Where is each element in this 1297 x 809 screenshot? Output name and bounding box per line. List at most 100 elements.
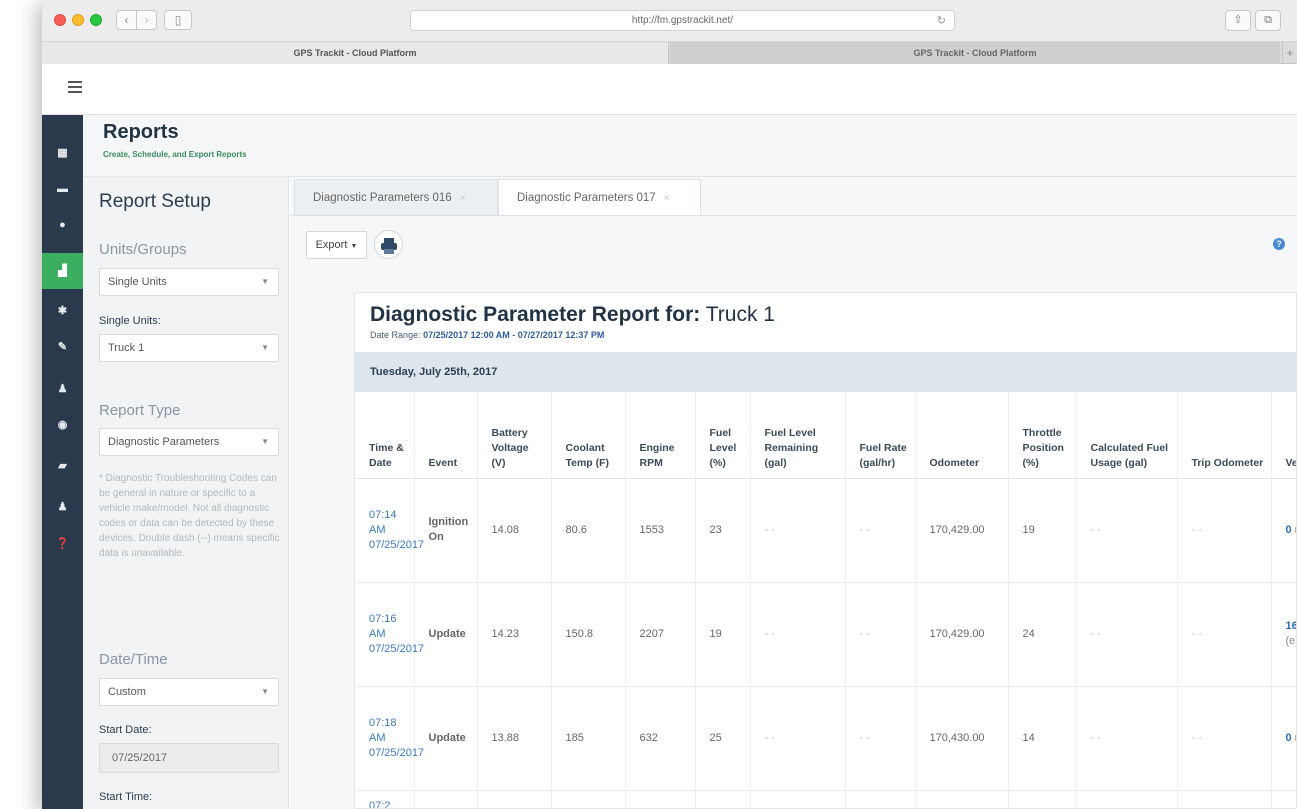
- location-pin-icon[interactable]: ●: [42, 207, 83, 243]
- sidebar-icon: ▯: [174, 13, 182, 27]
- tag-icon[interactable]: ▰: [42, 448, 83, 484]
- table-row: 07:16 AM 07/25/2017 Update 14.23 150.8 2…: [355, 582, 1296, 687]
- diagnostic-table: Time & Date Event Battery Voltage (V) Co…: [355, 392, 1296, 808]
- throttle-cell: 19: [1008, 478, 1077, 583]
- units-groups-select[interactable]: Single Units ▼: [99, 268, 279, 296]
- fuel-level-cell: 23: [695, 478, 751, 583]
- window-minimize-button[interactable]: [72, 14, 84, 26]
- chevron-right-icon: ›: [144, 13, 149, 27]
- time-date-link[interactable]: 07:18 AM 07/25/2017: [355, 686, 424, 791]
- reports-chart-icon[interactable]: ▟: [42, 253, 83, 289]
- car-icon[interactable]: ▬: [42, 171, 83, 207]
- user-circle-icon[interactable]: ◉: [42, 407, 83, 443]
- caret-down-icon: ▼: [261, 277, 269, 286]
- date-range-value: 07/25/2017 12:00 AM - 07/27/2017 12:37 P…: [423, 330, 605, 340]
- help-circle-icon[interactable]: ❓: [42, 526, 83, 562]
- forward-button[interactable]: ›: [136, 10, 157, 30]
- event-link[interactable]: Update: [414, 686, 478, 791]
- date-time-heading: Date/Time: [99, 651, 168, 668]
- vehicle-speed-cell: 16 mph(e): [1271, 582, 1296, 687]
- coolant-temp-cell: 80.6: [551, 478, 626, 583]
- driver-icon[interactable]: ♟: [42, 371, 83, 407]
- tab-diagnostic-parameters-016[interactable]: Diagnostic Parameters 016 ×: [294, 179, 498, 215]
- col-throttle-position[interactable]: Throttle Position (%): [1008, 392, 1077, 479]
- gear-icon[interactable]: ✱: [42, 293, 83, 329]
- vehicle-speed-cell: 0 mph: [1271, 686, 1296, 791]
- report-type-select[interactable]: Diagnostic Parameters ▼: [99, 428, 279, 456]
- export-button[interactable]: Export ▼: [306, 231, 367, 259]
- report-date-range: Date Range: 07/25/2017 12:00 AM - 07/27/…: [370, 330, 604, 340]
- new-tab-button[interactable]: +: [1282, 42, 1297, 64]
- single-units-label: Single Units:: [99, 315, 161, 327]
- share-button[interactable]: ⇧: [1225, 10, 1251, 31]
- browser-tabbar: GPS Trackit - Cloud Platform GPS Trackit…: [42, 42, 1297, 64]
- time-date-link[interactable]: 07:16 AM 07/25/2017: [355, 582, 424, 687]
- col-engine-rpm[interactable]: Engine RPM: [625, 392, 696, 479]
- col-fuel-level[interactable]: Fuel Level (%): [695, 392, 751, 479]
- page-subtitle: Create, Schedule, and Export Reports: [103, 150, 247, 159]
- fuel-rate-cell: - -: [845, 478, 916, 583]
- report-card: Diagnostic Parameter Report for: Truck 1…: [354, 292, 1297, 809]
- col-event[interactable]: Event: [414, 392, 478, 479]
- hamburger-menu-icon[interactable]: [68, 81, 82, 93]
- engine-rpm-cell: 632: [625, 686, 696, 791]
- odometer-cell: 170,430.00: [915, 686, 1009, 791]
- col-odometer[interactable]: Odometer: [915, 392, 1009, 479]
- fuel-usage-cell: - -: [1076, 478, 1178, 583]
- share-icon: ⇧: [1233, 14, 1243, 26]
- print-button[interactable]: [374, 230, 403, 259]
- sidebar-toggle-button[interactable]: ▯: [164, 10, 192, 30]
- caret-down-icon: ▼: [261, 437, 269, 446]
- window-maximize-button[interactable]: [90, 14, 102, 26]
- close-icon[interactable]: ×: [460, 193, 466, 204]
- table-header-row: Time & Date Event Battery Voltage (V) Co…: [355, 392, 1296, 479]
- col-fuel-rate[interactable]: Fuel Rate (gal/hr): [845, 392, 916, 479]
- col-trip-odometer[interactable]: Trip Odometer: [1177, 392, 1272, 479]
- tab-divider: [290, 215, 1297, 216]
- throttle-cell: 14: [1008, 686, 1077, 791]
- report-content: Diagnostic Parameters 016 × Diagnostic Pa…: [290, 177, 1297, 809]
- fuel-usage-cell: - -: [1076, 686, 1178, 791]
- col-calculated-fuel-usage[interactable]: Calculated Fuel Usage (gal): [1076, 392, 1178, 479]
- wrench-icon[interactable]: ✎: [42, 329, 83, 365]
- col-coolant-temp[interactable]: Coolant Temp (F): [551, 392, 626, 479]
- browser-titlebar: ‹ › ▯ http://fm.gpstrackit.net/ ↻ ⇧ ⧉: [42, 0, 1297, 42]
- left-nav: ▦ ▬ ● ▟ ✱ ✎ ♟ ◉ ▰ ♟ ❓: [42, 115, 83, 809]
- caret-down-icon: ▼: [261, 687, 269, 696]
- date-time-select[interactable]: Custom ▼: [99, 678, 279, 706]
- start-date-input[interactable]: 07/25/2017: [99, 743, 279, 773]
- reload-icon[interactable]: ↻: [937, 12, 946, 31]
- dashboard-icon[interactable]: ▦: [42, 135, 83, 171]
- day-group-header: Tuesday, July 25th, 2017: [355, 352, 1296, 392]
- battery-voltage-cell: 14.23: [477, 582, 552, 687]
- fuel-usage-cell: - -: [1076, 582, 1178, 687]
- browser-tab-1[interactable]: GPS Trackit - Cloud Platform: [42, 42, 669, 64]
- event-link[interactable]: Ignition On: [414, 478, 478, 583]
- address-bar[interactable]: http://fm.gpstrackit.net/ ↻: [410, 10, 955, 31]
- export-label: Export: [315, 239, 348, 251]
- help-icon[interactable]: ?: [1273, 238, 1285, 250]
- show-tabs-button[interactable]: ⧉: [1255, 10, 1281, 31]
- window-close-button[interactable]: [54, 14, 66, 26]
- col-vehicle-speed[interactable]: Vehicle Speed: [1271, 392, 1296, 479]
- person-icon[interactable]: ♟: [42, 489, 83, 525]
- report-unit-name: Truck 1: [705, 303, 775, 326]
- fuel-level-cell: 19: [695, 582, 751, 687]
- close-icon[interactable]: ×: [664, 193, 670, 204]
- browser-tab-2[interactable]: GPS Trackit - Cloud Platform: [670, 42, 1280, 64]
- fuel-rate-cell: - -: [845, 686, 916, 791]
- engine-rpm-cell: 2207: [625, 582, 696, 687]
- back-button[interactable]: ‹: [116, 10, 137, 30]
- single-units-select[interactable]: Truck 1 ▼: [99, 334, 279, 362]
- event-link[interactable]: Update: [414, 582, 478, 687]
- col-fuel-level-remaining[interactable]: Fuel Level Remaining (gal): [750, 392, 846, 479]
- col-time-date[interactable]: Time & Date: [355, 392, 415, 479]
- engine-rpm-cell: 1553: [625, 478, 696, 583]
- trip-odometer-cell: - -: [1177, 686, 1272, 791]
- report-title-prefix: Diagnostic Parameter Report for:: [370, 303, 701, 326]
- time-date-link[interactable]: 07:14 AM 07/25/2017: [355, 478, 424, 583]
- tab-diagnostic-parameters-017[interactable]: Diagnostic Parameters 017 ×: [498, 179, 701, 215]
- col-battery-voltage[interactable]: Battery Voltage (V): [477, 392, 552, 479]
- caret-down-icon: ▼: [261, 343, 269, 352]
- time-date-link[interactable]: 07:2: [355, 790, 415, 808]
